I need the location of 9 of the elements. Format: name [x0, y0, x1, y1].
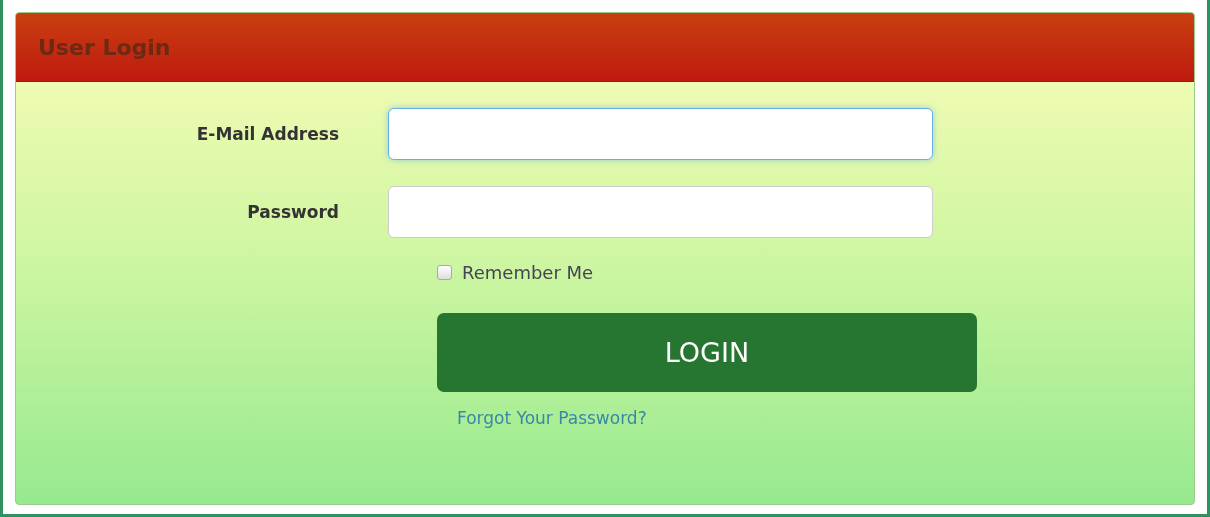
field-label: E-Mail Address — [195, 124, 340, 144]
input-field[interactable] — [388, 108, 933, 160]
remember-checkbox[interactable] — [437, 265, 452, 280]
field-label: Password — [246, 202, 340, 222]
forgot-password-link[interactable]: Forgot Your Password? — [457, 408, 647, 428]
login-button[interactable]: LOGIN — [437, 313, 977, 392]
input-field[interactable] — [388, 186, 933, 238]
checkbox-label: Remember Me — [462, 262, 594, 283]
panel-title: User Login — [38, 34, 171, 60]
